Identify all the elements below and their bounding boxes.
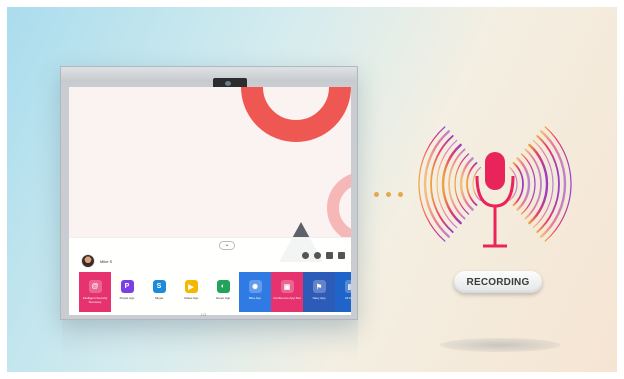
app-label: Blue App bbox=[248, 296, 261, 300]
wallpaper-ring-small bbox=[327, 172, 351, 244]
app-tile[interactable]: ▣ Conference App Slot bbox=[271, 272, 303, 312]
app-label: Intelligent Security Summary bbox=[82, 296, 108, 304]
app-label: All Notes bbox=[344, 296, 351, 300]
avatar[interactable] bbox=[81, 254, 95, 268]
sound-waves-icon bbox=[418, 126, 572, 248]
camera-lens-icon bbox=[225, 81, 231, 86]
app-tile[interactable]: @ Intelligent Security Summary bbox=[79, 272, 111, 312]
user-name: Mike S bbox=[100, 258, 113, 264]
app-icon: @ bbox=[88, 280, 102, 293]
app-tile[interactable]: ✺ Blue App bbox=[239, 272, 271, 312]
tv-bezel-top bbox=[61, 67, 357, 82]
app-bar: @ Intelligent Security Summary P Purple App… bbox=[79, 272, 351, 312]
wave-arc bbox=[512, 162, 524, 206]
app-icon: ▣ bbox=[280, 280, 294, 293]
app-icon: ◐ bbox=[216, 280, 230, 293]
app-icon: ▶ bbox=[184, 280, 198, 293]
wallpaper-ring bbox=[241, 87, 351, 142]
dot-2 bbox=[386, 192, 391, 197]
tv-reflection bbox=[62, 320, 358, 362]
dot-1 bbox=[374, 192, 379, 197]
microphone-icon bbox=[475, 152, 515, 248]
app-tile[interactable]: ▶ Yellow App bbox=[175, 272, 207, 312]
app-label: Conference App Slot bbox=[273, 296, 301, 300]
user-profile[interactable]: Mike S bbox=[81, 254, 112, 268]
brand-logo: LG bbox=[201, 312, 207, 317]
recording-badge: RECORDING bbox=[454, 271, 542, 293]
app-tile[interactable]: ▤ All Notes bbox=[335, 272, 351, 312]
app-icon: P bbox=[120, 280, 134, 293]
app-icon: ✺ bbox=[248, 280, 262, 293]
chevron-down-icon[interactable]: ⌄ bbox=[219, 241, 235, 250]
app-label: Yellow App bbox=[183, 296, 199, 300]
wave-arc bbox=[418, 126, 446, 242]
app-tile[interactable]: P Purple App bbox=[111, 272, 143, 312]
app-tile[interactable]: ⚑ Navy App bbox=[303, 272, 335, 312]
app-tile[interactable]: ◐ Green App bbox=[207, 272, 239, 312]
app-icon: S bbox=[152, 280, 166, 293]
input-icon[interactable] bbox=[326, 252, 333, 259]
status-icons bbox=[302, 252, 345, 259]
app-label: Skype bbox=[154, 296, 164, 300]
settings-icon[interactable] bbox=[314, 252, 321, 259]
home-dock: ⌄ Mike S @ Intelligent Security Summary P P… bbox=[69, 237, 351, 315]
wave-arc bbox=[466, 162, 478, 206]
menu-icon[interactable] bbox=[338, 252, 345, 259]
wave-arc bbox=[544, 126, 572, 242]
wifi-icon[interactable] bbox=[302, 252, 309, 259]
tv-screen: ⌄ Mike S @ Intelligent Security Summary P P… bbox=[69, 87, 351, 315]
dot-3 bbox=[398, 192, 403, 197]
app-tile[interactable]: S Skype bbox=[143, 272, 175, 312]
app-label: Purple App bbox=[119, 296, 135, 300]
badge-shadow bbox=[440, 338, 560, 352]
app-label: Navy App bbox=[312, 296, 326, 300]
app-icon: ▤ bbox=[344, 280, 351, 293]
app-label: Green App bbox=[215, 296, 231, 300]
smart-display: ⌄ Mike S @ Intelligent Security Summary P P… bbox=[60, 66, 358, 320]
app-icon: ⚑ bbox=[312, 280, 326, 293]
